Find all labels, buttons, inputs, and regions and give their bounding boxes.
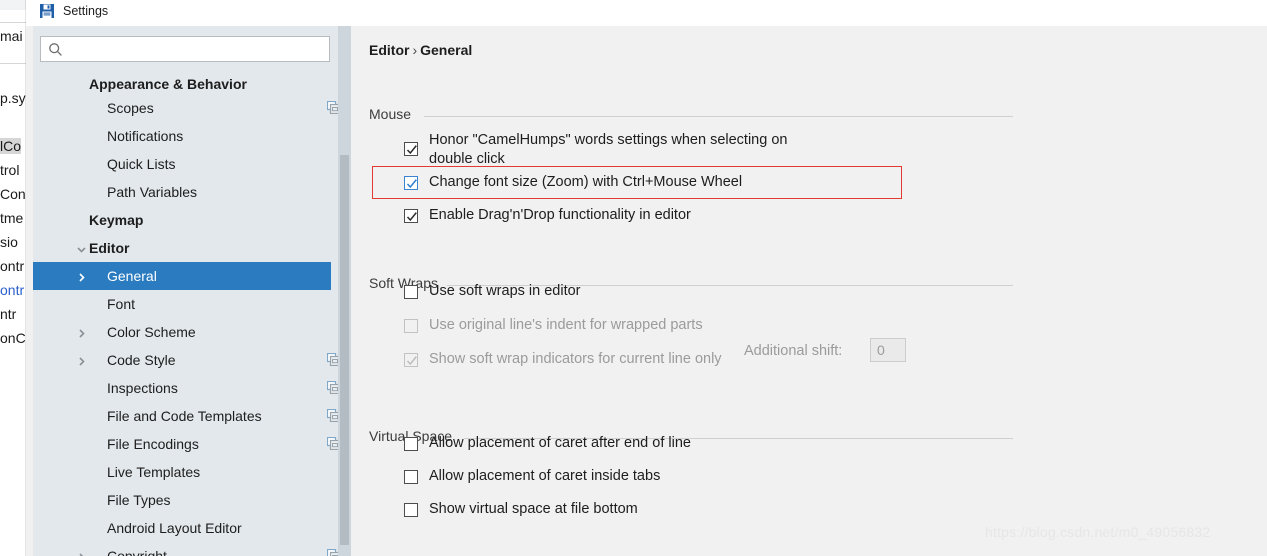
checkbox-row[interactable]: Honor "CamelHumps" words settings when s…: [404, 131, 787, 169]
sidebar-item-quick-lists[interactable]: Quick Lists: [33, 150, 331, 178]
sidebar-item-code-style[interactable]: Code Style: [33, 346, 341, 374]
checkbox: [404, 319, 418, 333]
search-icon: [48, 42, 63, 62]
checkbox-label: Allow placement of caret inside tabs: [429, 468, 661, 484]
sidebar-item-inspections[interactable]: Inspections: [33, 374, 341, 402]
watermark: https://blog.csdn.net/m0_49056832: [985, 524, 1211, 540]
sidebar-item-label: Editor: [89, 240, 130, 256]
sidebar-item-label: Notifications: [107, 128, 184, 144]
sidebar-item-copyright[interactable]: Copyright: [33, 542, 341, 556]
chevron-right-icon[interactable]: [76, 326, 87, 338]
editor-code-fragment: onC: [0, 330, 26, 346]
editor-code-fragment: p.sy: [0, 90, 26, 106]
sidebar-item-label: Live Templates: [107, 464, 201, 480]
checkbox-label: Use original line's indent for wrapped p…: [429, 317, 703, 333]
sidebar-item-file-types[interactable]: File Types: [33, 486, 331, 514]
checkbox[interactable]: [404, 503, 418, 517]
dialog-titlebar: Settings: [26, 0, 1267, 26]
sidebar-item-label: Quick Lists: [107, 156, 176, 172]
annotation-rectangle: [372, 166, 902, 199]
checkbox-row[interactable]: Enable Drag'n'Drop functionality in edit…: [404, 206, 691, 225]
chevron-right-icon[interactable]: [76, 550, 87, 556]
sidebar-item-label: Path Variables: [107, 184, 198, 200]
sidebar-scrollbar-track[interactable]: [338, 26, 351, 556]
checkbox-label: Allow placement of caret after end of li…: [429, 435, 691, 451]
checkbox[interactable]: [404, 470, 418, 484]
checkbox-row[interactable]: Allow placement of caret inside tabs: [404, 467, 660, 486]
checkbox-label: Enable Drag'n'Drop functionality in edit…: [429, 207, 691, 223]
editor-rule: [0, 63, 26, 64]
sidebar-item-label: Android Layout Editor: [107, 520, 242, 536]
checkbox-row[interactable]: Use soft wraps in editor: [404, 282, 581, 301]
search-input[interactable]: [69, 37, 329, 63]
settings-tree: Appearance & Behavior Scopes Notifications…: [33, 70, 341, 556]
sidebar-item-file-and-code-templates[interactable]: File and Code Templates: [33, 402, 341, 430]
checkbox-label: Honor "CamelHumps" words settings when s…: [429, 132, 788, 167]
breadcrumb-parent[interactable]: Editor: [369, 42, 409, 58]
sidebar-item-label: File and Code Templates: [107, 408, 262, 424]
sidebar-item-live-templates[interactable]: Live Templates: [33, 458, 331, 486]
save-disk-icon: [39, 3, 55, 19]
sidebar-item-font[interactable]: Font: [33, 290, 331, 318]
checkbox[interactable]: [404, 209, 418, 223]
checkbox-row[interactable]: Show virtual space at file bottom: [404, 500, 638, 519]
checkbox-row[interactable]: Allow placement of caret after end of li…: [404, 434, 691, 453]
sidebar-item-android-layout-editor[interactable]: Android Layout Editor: [33, 514, 331, 542]
breadcrumb-current: General: [420, 42, 473, 58]
chevron-down-icon[interactable]: [76, 242, 87, 253]
additional-shift-label: Additional shift:: [744, 343, 843, 359]
checkbox[interactable]: [404, 285, 418, 299]
sidebar-item-label: File Types: [107, 492, 171, 508]
chevron-right-icon[interactable]: [76, 270, 87, 282]
settings-sidebar: Appearance & Behavior Scopes Notifications…: [33, 26, 341, 556]
sidebar-item-file-encodings[interactable]: File Encodings: [33, 430, 341, 458]
sidebar-item-keymap[interactable]: Keymap: [33, 206, 331, 234]
editor-code-fragment: trol: [0, 162, 20, 178]
sidebar-item-label: Scopes: [107, 100, 154, 116]
checkbox-label: Use soft wraps in editor: [429, 283, 581, 299]
checkbox: [404, 353, 418, 367]
checkbox-row: Use original line's indent for wrapped p…: [404, 316, 703, 335]
editor-code-fragment: sio: [0, 234, 18, 250]
sidebar-item-label: File Encodings: [107, 436, 199, 452]
sidebar-item-label: Color Scheme: [107, 324, 196, 340]
sidebar-item-label: Font: [107, 296, 136, 312]
sidebar-item-general[interactable]: General: [33, 262, 331, 290]
editor-rule: [0, 22, 26, 23]
checkbox[interactable]: [404, 142, 418, 156]
sidebar-item-label: Inspections: [107, 380, 178, 396]
editor-code-fragment: Con: [0, 186, 26, 202]
editor-code-fragment: mai: [0, 28, 23, 44]
editor-code-fragment: ntr: [0, 306, 17, 322]
screenshot-root: maip.sylCotrolContmesioontrontrntronC R …: [0, 0, 1267, 556]
editor-code-fragment: ontr: [0, 282, 25, 298]
sidebar-item-scopes[interactable]: Scopes: [33, 94, 341, 122]
sidebar-item-label: Code Style: [107, 352, 176, 368]
breadcrumb-separator: ›: [412, 42, 418, 58]
checkbox[interactable]: [404, 437, 418, 451]
editor-code-fragment: ontr: [0, 258, 25, 274]
search-box[interactable]: [40, 36, 330, 63]
sidebar-item-editor[interactable]: Editor: [33, 234, 331, 262]
additional-shift-input[interactable]: 0: [870, 338, 906, 362]
section-rule-mouse: [424, 116, 1013, 117]
sidebar-item-color-scheme[interactable]: Color Scheme: [33, 318, 331, 346]
settings-content: Editor › General Mouse Soft Wraps Virtual …: [352, 26, 1267, 556]
dialog-title: Settings: [63, 4, 109, 18]
editor-code-fragment: lCo: [0, 138, 22, 154]
checkbox-label: Show soft wrap indicators for current li…: [429, 351, 722, 367]
sidebar-item-path-variables[interactable]: Path Variables: [33, 178, 331, 206]
checkbox-row: Show soft wrap indicators for current li…: [404, 350, 722, 369]
settings-dialog: Settings Appearance & Behavior Scopes Noti…: [26, 0, 1267, 556]
breadcrumb: Editor › General: [369, 42, 472, 58]
chevron-right-icon[interactable]: [76, 354, 87, 366]
section-title-mouse: Mouse: [369, 106, 419, 122]
sidebar-scrollbar-thumb[interactable]: [340, 155, 349, 545]
sidebar-item-notifications[interactable]: Notifications: [33, 122, 331, 150]
editor-code-fragment: tme: [0, 210, 24, 226]
sidebar-item-label: General: [107, 268, 157, 284]
sidebar-item-label: Keymap: [89, 212, 144, 228]
sidebar-item-label: Copyright: [107, 548, 167, 556]
checkbox-label: Show virtual space at file bottom: [429, 501, 638, 517]
